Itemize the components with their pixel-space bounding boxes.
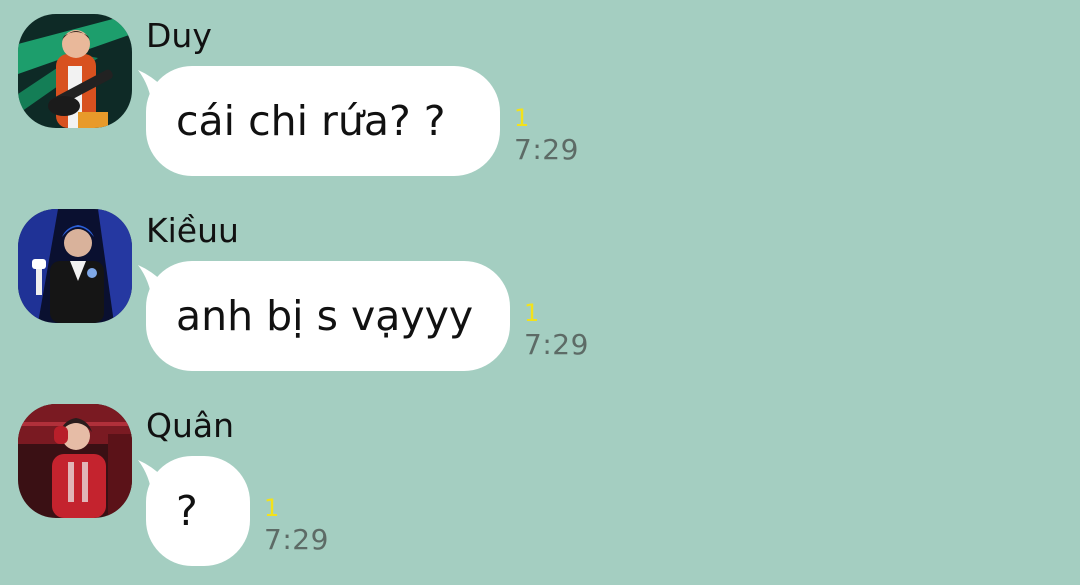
- avatar-quan[interactable]: [18, 404, 132, 518]
- unread-count: 1: [264, 494, 280, 522]
- avatar-photo: [18, 209, 132, 323]
- message-bubble[interactable]: anh bị s vạyyy: [146, 261, 510, 371]
- message-time: 7:29: [514, 133, 579, 166]
- chat-message-list: Duy cái chi rứa? ? 1 7:29 Kiềuu anh bị s…: [0, 0, 1080, 585]
- sender-name: Kiềuu: [146, 211, 239, 250]
- sender-name: Duy: [146, 16, 212, 55]
- avatar-photo: [18, 404, 132, 518]
- message-time: 7:29: [264, 523, 329, 556]
- message-bubble[interactable]: ?: [146, 456, 250, 566]
- sender-name: Quân: [146, 406, 235, 445]
- message-meta: 1 7:29: [514, 104, 579, 168]
- unread-count: 1: [514, 104, 530, 132]
- unread-count: 1: [524, 299, 540, 327]
- message-time: 7:29: [524, 328, 589, 361]
- chat-message: Duy cái chi rứa? ? 1 7:29: [0, 0, 1080, 195]
- message-bubble[interactable]: cái chi rứa? ?: [146, 66, 500, 176]
- avatar-duy[interactable]: [18, 14, 132, 128]
- avatar-photo: [18, 14, 132, 128]
- chat-message: Quân ? 1 7:29: [0, 390, 1080, 585]
- chat-message: Kiềuu anh bị s vạyyy 1 7:29: [0, 195, 1080, 390]
- avatar-kieuu[interactable]: [18, 209, 132, 323]
- message-meta: 1 7:29: [524, 299, 589, 363]
- message-meta: 1 7:29: [264, 494, 329, 558]
